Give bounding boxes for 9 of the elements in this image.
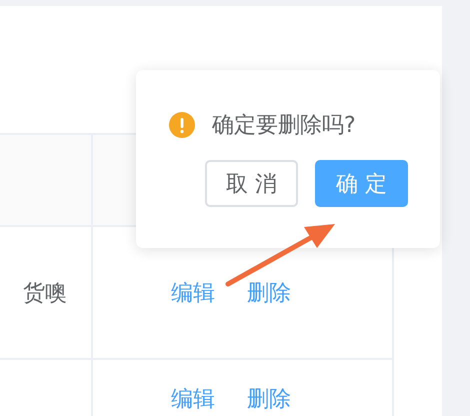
delete-link[interactable]: 删除: [247, 278, 291, 308]
edit-link[interactable]: 编辑: [171, 278, 215, 308]
table-cell-text: 货噢: [23, 280, 67, 308]
cancel-button[interactable]: 取 消: [205, 160, 298, 207]
confirm-message: 确定要删除吗?: [212, 112, 356, 140]
delete-link[interactable]: 删除: [247, 384, 291, 414]
warning-icon: [168, 111, 196, 139]
edit-link[interactable]: 编辑: [171, 384, 215, 414]
confirm-button[interactable]: 确 定: [315, 160, 408, 207]
